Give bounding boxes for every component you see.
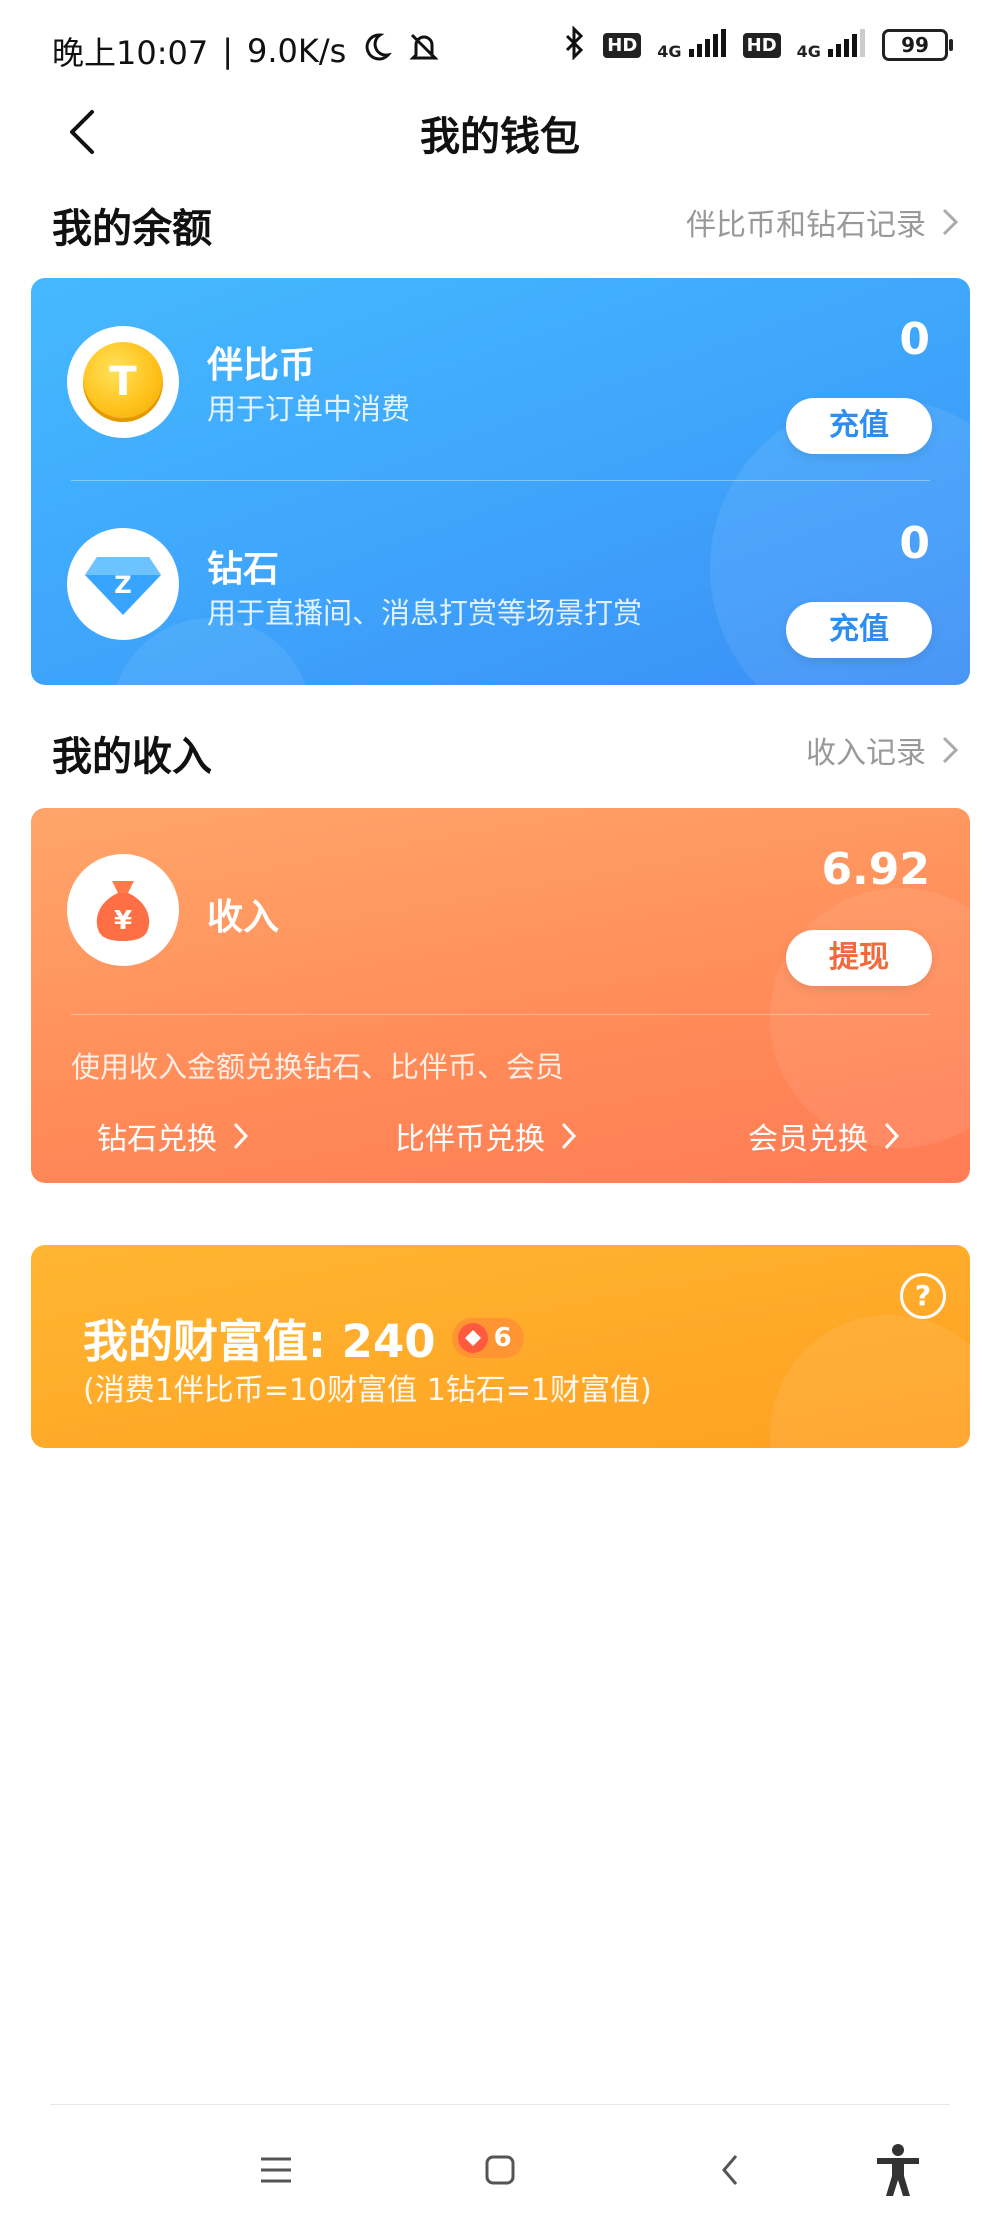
- signal-label-2: 4G: [796, 42, 821, 61]
- accessibility-button[interactable]: [868, 2140, 928, 2200]
- income-card: ¥ 收入 6.92 提现 使用收入金额兑换钻石、比伴币、会员 钻石兑换 比伴币兑…: [31, 808, 970, 1183]
- balance-card: T 伴比币 用于订单中消费 0 充值 Z 钻石 用于直播间、消息打赏等场景打赏 …: [31, 278, 970, 685]
- chevron-right-icon: [942, 736, 959, 764]
- status-speed: 9.0K/s: [247, 32, 347, 70]
- diamond-icon: Z: [85, 557, 161, 615]
- diamond-desc: 用于直播间、消息打赏等场景打赏: [207, 596, 643, 630]
- income-amount: 6.92: [821, 844, 930, 895]
- level-icon: [457, 1322, 488, 1353]
- wealth-note: (消费1伴比币=10财富值 1钻石=1财富值): [83, 1373, 652, 1408]
- coin-desc: 用于订单中消费: [207, 392, 411, 426]
- diamond-recharge-button[interactable]: 充值: [786, 602, 932, 658]
- balance-record-label: 伴比币和钻石记录: [686, 208, 926, 243]
- signal-icon-1: 4G: [657, 29, 726, 61]
- chevron-right-icon: [884, 1122, 900, 1150]
- income-section-title: 我的收入: [52, 734, 212, 780]
- nav-divider: [50, 2104, 950, 2105]
- diamond-exchange-link[interactable]: 钻石兑换: [97, 1114, 249, 1158]
- coin-name: 伴比币: [207, 345, 316, 386]
- coin-exchange-label: 比伴币兑换: [395, 1122, 545, 1157]
- balance-record-link[interactable]: 伴比币和钻石记录: [686, 200, 960, 244]
- income-divider: [71, 1014, 930, 1015]
- income-record-link[interactable]: 收入记录: [806, 728, 960, 772]
- member-exchange-link[interactable]: 会员兑换: [748, 1114, 900, 1158]
- status-bar: 晚上10:07 | 9.0K/s HD 4G HD 4G 99: [0, 0, 1000, 100]
- diamond-icon-letter: Z: [114, 571, 131, 599]
- signal-label-1: 4G: [657, 42, 682, 61]
- member-exchange-label: 会员兑换: [748, 1122, 868, 1157]
- coin-icon: T: [83, 342, 163, 422]
- coin-amount: 0: [899, 314, 930, 365]
- page-title: 我的钱包: [420, 114, 580, 160]
- wealth-card: 我的财富值: 240 6 (消费1伴比币=10财富值 1钻石=1财富值) ?: [31, 1245, 970, 1448]
- home-square-icon: [485, 2155, 515, 2185]
- chevron-right-icon: [561, 1122, 577, 1150]
- chevron-right-icon: [942, 208, 959, 236]
- hd-badge-1: HD: [603, 32, 642, 58]
- svg-text:¥: ¥: [114, 906, 132, 936]
- back-nav-button[interactable]: [700, 2140, 760, 2200]
- signal-icon-2: 4G: [797, 29, 866, 61]
- back-triangle-icon: [722, 2155, 738, 2185]
- diamond-amount: 0: [899, 518, 930, 569]
- exchange-note: 使用收入金额兑换钻石、比伴币、会员: [71, 1050, 565, 1084]
- wealth-row: 我的财富值: 240 6: [83, 1305, 524, 1370]
- withdraw-button[interactable]: 提现: [786, 930, 932, 986]
- income-record-label: 收入记录: [806, 736, 926, 771]
- wealth-level-badge: 6: [451, 1317, 524, 1358]
- menu-icon: [261, 2157, 291, 2183]
- bell-off-icon: [406, 29, 442, 73]
- money-bag-icon: ¥: [96, 881, 150, 941]
- balance-section-title: 我的余额: [52, 206, 212, 252]
- bluetooth-icon: [563, 25, 587, 64]
- home-button[interactable]: [470, 2140, 530, 2200]
- diamond-avatar: Z: [67, 528, 179, 640]
- diamond-exchange-label: 钻石兑换: [97, 1122, 217, 1157]
- status-time: 晚上10:07: [52, 34, 209, 72]
- hd-badge-2: HD: [742, 32, 781, 58]
- status-separator: |: [222, 32, 234, 70]
- coin-recharge-button[interactable]: 充值: [786, 398, 932, 454]
- status-left: 晚上10:07 | 9.0K/s: [52, 28, 442, 74]
- money-bag-avatar: ¥: [67, 854, 179, 966]
- diamond-name: 钻石: [207, 549, 280, 590]
- help-icon[interactable]: ?: [900, 1273, 946, 1319]
- moon-icon: [360, 31, 393, 71]
- accessibility-icon: [877, 2144, 919, 2196]
- coin-exchange-link[interactable]: 比伴币兑换: [395, 1114, 577, 1158]
- status-right: HD 4G HD 4G 99: [563, 25, 953, 64]
- chevron-right-icon: [233, 1122, 249, 1150]
- balance-divider: [71, 480, 930, 481]
- income-name: 收入: [207, 897, 280, 938]
- menu-button[interactable]: [246, 2140, 306, 2200]
- coin-avatar: T: [67, 326, 179, 438]
- wealth-level: 6: [493, 1322, 512, 1353]
- battery-indicator: 99: [882, 29, 953, 61]
- wealth-label: 我的财富值: 240: [83, 1315, 436, 1368]
